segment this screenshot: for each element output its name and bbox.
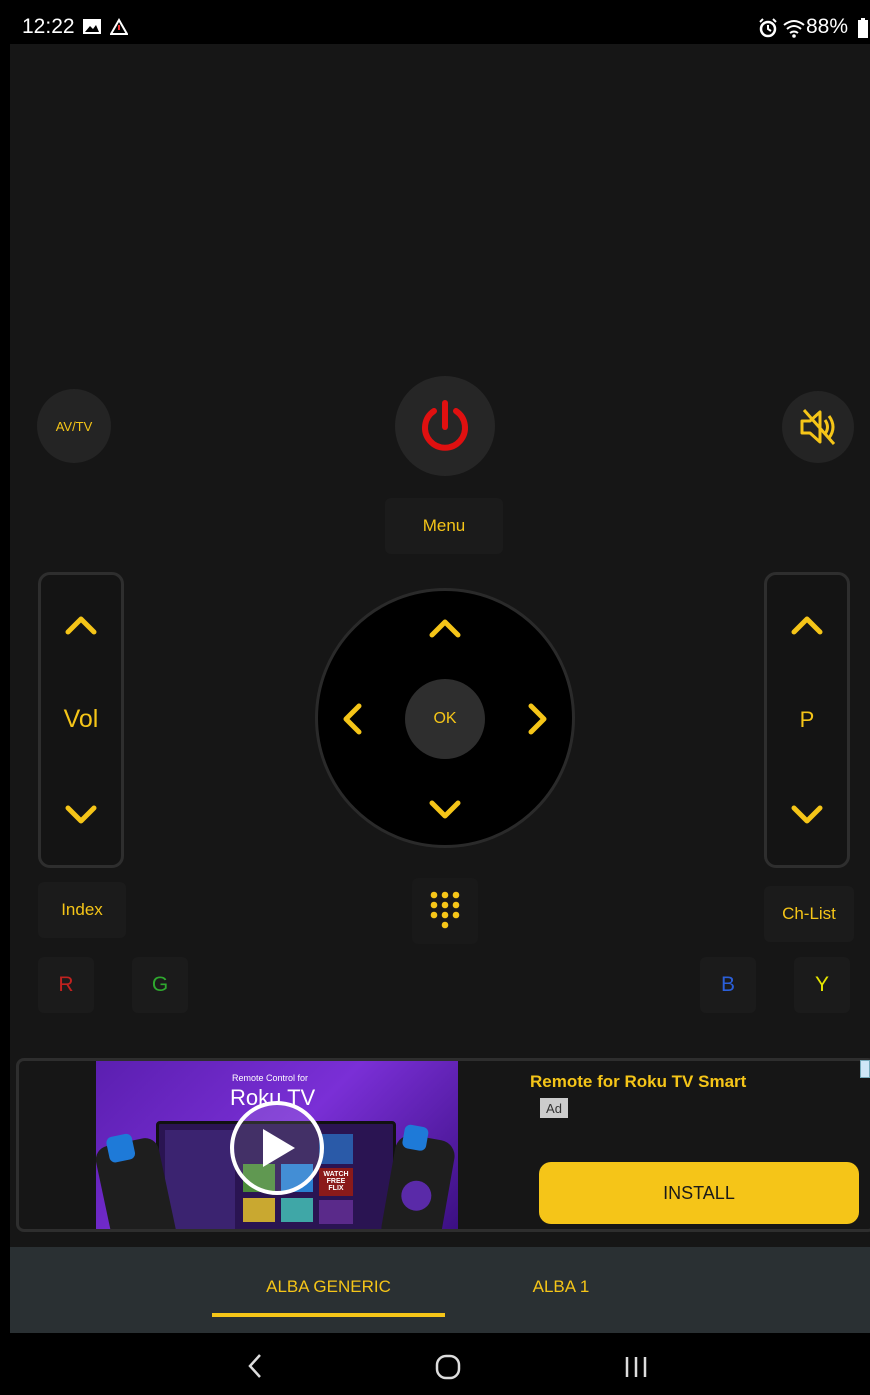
status-bar: 12:22 88% bbox=[10, 10, 870, 44]
ad-video-caption-small: Remote Control for bbox=[232, 1073, 309, 1083]
menu-label: Menu bbox=[422, 516, 466, 535]
green-key-label: G bbox=[151, 973, 169, 996]
dpad-left-icon[interactable] bbox=[342, 703, 362, 735]
mute-icon bbox=[800, 409, 836, 445]
yellow-key-label: Y bbox=[814, 973, 829, 996]
tab-alba-generic[interactable]: ALBA GENERIC bbox=[212, 1277, 445, 1297]
device-tabs: ALBA GENERIC ALBA 1 bbox=[10, 1247, 870, 1333]
back-icon[interactable] bbox=[248, 1353, 262, 1379]
blue-key-label: B bbox=[720, 973, 735, 996]
ok-button[interactable]: OK bbox=[405, 679, 485, 759]
power-button[interactable] bbox=[395, 376, 495, 476]
program-down-icon[interactable] bbox=[791, 805, 823, 825]
wifi-icon bbox=[782, 18, 806, 43]
alarm-icon bbox=[758, 18, 778, 43]
program-label: P bbox=[799, 707, 815, 732]
av-tv-button[interactable]: AV/TV bbox=[37, 389, 111, 463]
ad-tv-menu bbox=[165, 1130, 235, 1229]
ad-tile bbox=[281, 1198, 313, 1222]
index-button[interactable]: Index bbox=[38, 882, 126, 938]
volume-down-icon[interactable] bbox=[65, 805, 97, 825]
ok-label: OK bbox=[433, 710, 457, 727]
menu-button[interactable]: Menu bbox=[385, 498, 503, 554]
green-key[interactable]: G bbox=[132, 957, 188, 1013]
play-icon bbox=[263, 1129, 295, 1167]
battery-icon bbox=[858, 18, 868, 43]
tab-alba-1[interactable]: ALBA 1 bbox=[506, 1277, 616, 1297]
warning-icon bbox=[109, 17, 129, 41]
ad-tile bbox=[319, 1200, 353, 1224]
play-button[interactable] bbox=[230, 1101, 324, 1195]
gallery-icon bbox=[82, 18, 102, 40]
volume-up-icon[interactable] bbox=[65, 615, 97, 635]
install-button[interactable]: INSTALL bbox=[539, 1162, 859, 1224]
keypad-button[interactable] bbox=[412, 878, 478, 944]
ad-tile bbox=[243, 1198, 275, 1222]
ad-remote-dpad bbox=[398, 1178, 434, 1214]
home-icon[interactable] bbox=[434, 1353, 462, 1381]
yellow-key[interactable]: Y bbox=[794, 957, 850, 1013]
selected-tab-indicator bbox=[212, 1313, 445, 1317]
ad-video[interactable]: Remote Control for Roku TV WATCH FREE FL… bbox=[96, 1061, 458, 1229]
status-time: 12:22 bbox=[22, 15, 75, 38]
power-icon bbox=[422, 400, 468, 451]
ad-tile bbox=[319, 1134, 353, 1164]
ch-list-button[interactable]: Ch-List bbox=[764, 886, 854, 942]
ad-tile-watch-free: WATCH FREE FLIX bbox=[319, 1168, 353, 1196]
ch-list-label: Ch-List bbox=[782, 904, 836, 923]
ad-choices-icon[interactable] bbox=[860, 1060, 870, 1078]
bluetooth-badge-icon bbox=[401, 1123, 430, 1152]
ad-badge: Ad bbox=[540, 1098, 568, 1118]
index-label: Index bbox=[61, 900, 103, 919]
dpad-right-icon[interactable] bbox=[528, 703, 548, 735]
wifi-badge-icon bbox=[105, 1132, 137, 1164]
red-key[interactable]: R bbox=[38, 957, 94, 1013]
av-tv-label: AV/TV bbox=[55, 418, 93, 434]
red-key-label: R bbox=[58, 973, 74, 996]
battery-level: 88% bbox=[805, 15, 848, 38]
system-nav-bar bbox=[10, 1333, 870, 1395]
volume-rocker: Vol bbox=[38, 572, 124, 868]
ad-title[interactable]: Remote for Roku TV Smart bbox=[530, 1072, 746, 1092]
program-rocker: P bbox=[764, 572, 850, 868]
install-label: INSTALL bbox=[663, 1182, 735, 1203]
keypad-icon bbox=[430, 891, 460, 929]
dpad-down-icon[interactable] bbox=[429, 800, 461, 820]
remote-screen: 12:22 88% AV/TV Menu Vol P OK Index Ch-L… bbox=[10, 10, 870, 1395]
recents-icon[interactable] bbox=[624, 1355, 648, 1379]
volume-label: Vol bbox=[63, 705, 99, 733]
mute-button[interactable] bbox=[782, 391, 854, 463]
dpad-up-icon[interactable] bbox=[429, 618, 461, 638]
program-up-icon[interactable] bbox=[791, 615, 823, 635]
blue-key[interactable]: B bbox=[700, 957, 756, 1013]
